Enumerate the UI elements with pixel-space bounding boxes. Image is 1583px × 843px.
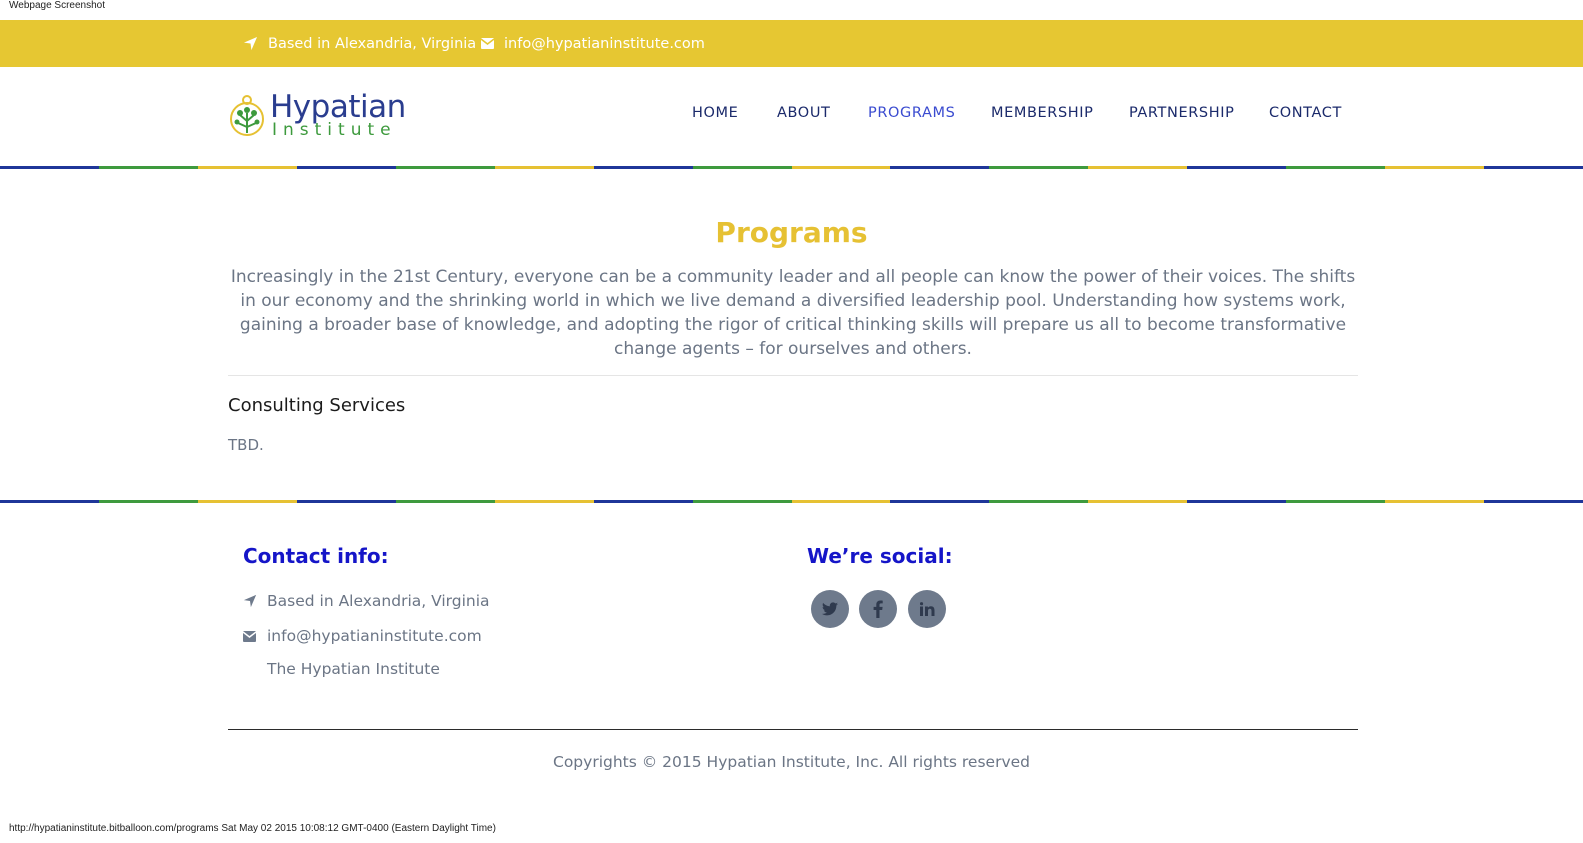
twitter-icon[interactable] xyxy=(811,590,849,628)
page-title: Programs xyxy=(715,216,868,249)
content-divider xyxy=(228,375,1358,376)
linkedin-icon[interactable] xyxy=(908,590,946,628)
site-header: Hypatian Institute HOME ABOUT PROGRAMS M… xyxy=(0,67,1583,166)
nav-about[interactable]: ABOUT xyxy=(777,105,831,121)
footer-email-link[interactable]: info@hypatianinstitute.com xyxy=(267,627,482,645)
footer-divider xyxy=(228,729,1358,730)
logo-tree-icon xyxy=(230,95,264,136)
section-title: Consulting Services xyxy=(228,395,406,416)
footer-location: Based in Alexandria, Virginia xyxy=(243,592,490,610)
logo-line2: Institute xyxy=(272,120,397,140)
top-info-bar: Based in Alexandria, Virginia info@hypat… xyxy=(0,20,1583,67)
location-arrow-icon xyxy=(243,594,257,608)
location-arrow-icon xyxy=(243,36,258,51)
copyright-text: Copyrights © 2015 Hypatian Institute, In… xyxy=(553,753,1030,771)
intro-paragraph: Increasingly in the 21st Century, everyo… xyxy=(230,267,1356,359)
topbar-location-text: Based in Alexandria, Virginia xyxy=(268,35,477,52)
nav-contact[interactable]: CONTACT xyxy=(1269,105,1342,121)
nav-membership[interactable]: MEMBERSHIP xyxy=(991,105,1094,121)
nav-programs[interactable]: PROGRAMS xyxy=(868,105,955,121)
social-heading: We’re social: xyxy=(807,544,953,568)
nav-home[interactable]: HOME xyxy=(692,105,738,121)
site-logo[interactable]: Hypatian Institute xyxy=(228,91,406,139)
logo-line1: Hypatian xyxy=(270,89,406,125)
nav-partnership[interactable]: PARTNERSHIP xyxy=(1129,105,1234,121)
section-body: TBD. xyxy=(228,436,264,454)
footer-email[interactable]: info@hypatianinstitute.com xyxy=(243,627,482,645)
footer-org-name: The Hypatian Institute xyxy=(267,660,440,678)
url-timestamp-line: http://hypatianinstitute.bitballoon.com/… xyxy=(9,823,496,834)
topbar-location: Based in Alexandria, Virginia xyxy=(243,20,476,67)
header-color-stripe xyxy=(0,166,1583,169)
footer-location-text: Based in Alexandria, Virginia xyxy=(267,592,490,610)
topbar-email-link[interactable]: info@hypatianinstitute.com xyxy=(504,36,705,52)
footer-color-stripe xyxy=(0,500,1583,503)
topbar-email[interactable]: info@hypatianinstitute.com xyxy=(481,20,705,67)
facebook-icon[interactable] xyxy=(859,590,897,628)
screenshot-label: Webpage Screenshot xyxy=(9,0,105,11)
envelope-icon xyxy=(481,38,494,49)
contact-info-heading: Contact info: xyxy=(243,544,389,568)
envelope-icon xyxy=(243,630,256,642)
